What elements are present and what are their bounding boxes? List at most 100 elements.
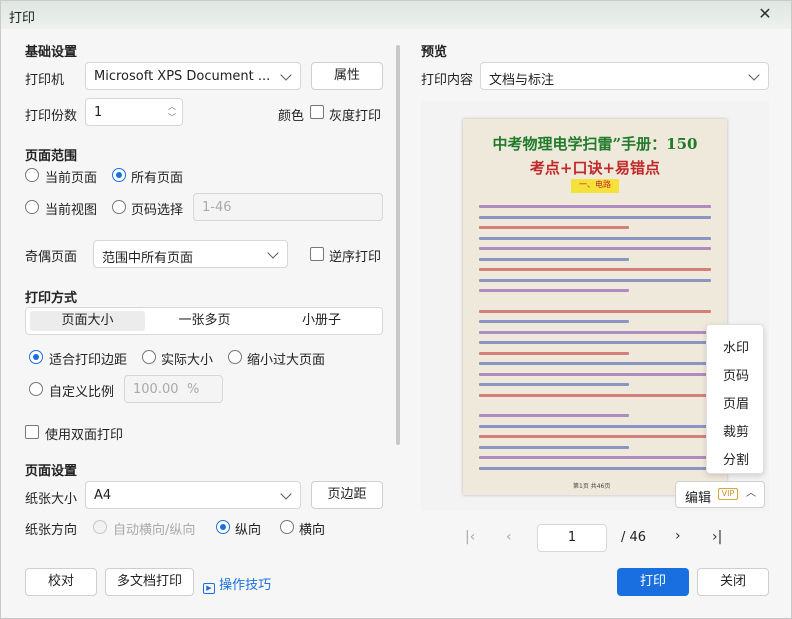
basic-settings-title: 基础设置 (25, 45, 78, 60)
odd-even-label: 奇偶页面 (25, 250, 78, 265)
doc-text-line (479, 424, 711, 428)
radio-all-pages[interactable] (112, 168, 126, 182)
doc-text-line (479, 215, 711, 219)
margin-button[interactable]: 页边距 (311, 481, 383, 509)
print-button[interactable]: 打印 (617, 568, 689, 596)
vip-badge: VIP (718, 488, 738, 500)
close-icon[interactable]: ✕ (739, 1, 791, 27)
radio-actual-size[interactable] (142, 350, 156, 364)
radio-auto-orientation[interactable] (93, 520, 107, 534)
copies-label: 打印份数 (25, 109, 78, 124)
radio-fit-margin[interactable] (29, 350, 43, 364)
doc-text-line (479, 393, 711, 397)
doc-title-line2: 考点+口诀+易错点 (529, 159, 661, 177)
preview-page: 中考物理电学扫雷”手册：150 考点+口诀+易错点 一、电路 第1页 共46页 (463, 119, 727, 495)
doc-text-line (479, 341, 711, 344)
tips-link-label: 操作技巧 (219, 578, 272, 593)
paper-size-value: A4 (94, 488, 112, 503)
radio-page-select[interactable] (112, 200, 126, 214)
radio-shrink-large[interactable] (228, 350, 242, 364)
stepper-up-icon[interactable]: ︿ (168, 101, 176, 112)
edit-button-label: 编辑 (685, 491, 712, 506)
duplex-label: 使用双面打印 (45, 428, 124, 443)
scale-unit: % (187, 382, 200, 397)
radio-portrait[interactable] (216, 520, 230, 534)
doc-text-line (479, 257, 629, 261)
settings-scrollbar[interactable] (396, 45, 400, 445)
odd-even-value: 范围中所有页面 (102, 251, 194, 266)
window-title: 打印 (9, 11, 36, 26)
close-button[interactable]: 关闭 (697, 568, 769, 596)
radio-current-view[interactable] (25, 200, 39, 214)
print-content-value: 文档与标注 (489, 73, 555, 88)
paper-size-select[interactable]: A4 (85, 481, 301, 509)
radio-current-page[interactable] (25, 168, 39, 182)
duplex-checkbox[interactable] (25, 425, 39, 439)
doc-text-line (479, 247, 711, 250)
menu-item-split[interactable]: 分割 (707, 449, 765, 468)
paper-size-label: 纸张大小 (25, 492, 78, 507)
tips-link[interactable]: ▶ 操作技巧 (203, 574, 271, 594)
doc-section-heading: 一、电路 (571, 179, 619, 193)
page-select-input[interactable]: 1-46 (193, 193, 383, 221)
print-mode-tabs: 页面大小 一张多页 小册子 (25, 307, 383, 335)
menu-item-page-number[interactable]: 页码 (707, 365, 765, 384)
auto-orientation-label: 自动横向/纵向 (113, 523, 196, 538)
doc-text-line (479, 289, 629, 292)
scale-input[interactable]: 100.00 % (124, 375, 223, 403)
portrait-label: 纵向 (235, 523, 262, 538)
doc-text-line (479, 372, 711, 376)
tab-booklet[interactable]: 小册子 (264, 311, 379, 331)
title-bar: 打印 ✕ (1, 1, 791, 29)
actual-size-label: 实际大小 (161, 353, 214, 368)
doc-text-line (479, 362, 711, 365)
menu-item-crop[interactable]: 裁剪 (707, 421, 765, 440)
page-range-title: 页面范围 (25, 149, 78, 164)
radio-custom-scale[interactable] (29, 382, 43, 396)
doc-text-line (479, 456, 711, 459)
prev-page-icon[interactable]: ‹ (506, 529, 512, 545)
grayscale-label: 灰度打印 (329, 109, 382, 124)
radio-landscape[interactable] (280, 520, 294, 534)
page-number-input[interactable]: 1 (537, 524, 607, 552)
chevron-down-icon (280, 488, 292, 500)
last-page-icon[interactable]: ›| (712, 529, 722, 545)
menu-item-watermark[interactable]: 水印 (707, 337, 765, 356)
fit-margin-label: 适合打印边距 (49, 353, 128, 368)
landscape-label: 横向 (299, 523, 326, 538)
odd-even-select[interactable]: 范围中所有页面 (93, 240, 288, 268)
first-page-icon[interactable]: |‹ (465, 529, 475, 545)
print-content-select[interactable]: 文档与标注 (480, 62, 769, 90)
next-page-icon[interactable]: › (675, 528, 681, 544)
play-icon: ▶ (203, 583, 215, 594)
orientation-label: 纸张方向 (25, 523, 78, 538)
print-mode-title: 打印方式 (25, 291, 78, 306)
chevron-down-icon (748, 69, 760, 81)
tab-page-size[interactable]: 页面大小 (30, 311, 145, 331)
menu-item-header[interactable]: 页眉 (707, 393, 765, 412)
chevron-down-icon (267, 247, 279, 259)
reverse-checkbox[interactable] (310, 247, 324, 261)
doc-text-line (479, 383, 629, 386)
page-select-placeholder: 1-46 (202, 200, 232, 215)
copies-stepper[interactable]: 1 ︿ ﹀ (85, 98, 183, 126)
doc-text-line (479, 236, 711, 240)
stepper-down-icon[interactable]: ﹀ (168, 112, 176, 123)
doc-text-line (479, 466, 711, 470)
doc-text-line (479, 414, 629, 417)
proof-button[interactable]: 校对 (25, 568, 97, 596)
doc-text-line (479, 330, 711, 334)
edit-menu: 水印 页码 页眉 裁剪 分割 (706, 324, 764, 474)
tab-multi-page[interactable]: 一张多页 (147, 311, 262, 331)
shrink-large-label: 缩小过大页面 (247, 353, 326, 368)
printer-label: 打印机 (25, 73, 65, 88)
chevron-down-icon (280, 69, 292, 81)
properties-button[interactable]: 属性 (311, 62, 383, 90)
multi-doc-print-button[interactable]: 多文档打印 (105, 568, 194, 596)
grayscale-checkbox[interactable] (310, 105, 324, 119)
doc-text-line (479, 320, 629, 323)
doc-text-line (479, 268, 711, 271)
printer-select[interactable]: Microsoft XPS Document ... (85, 62, 301, 90)
page-select-label: 页码选择 (131, 203, 184, 218)
print-content-label: 打印内容 (421, 73, 474, 88)
